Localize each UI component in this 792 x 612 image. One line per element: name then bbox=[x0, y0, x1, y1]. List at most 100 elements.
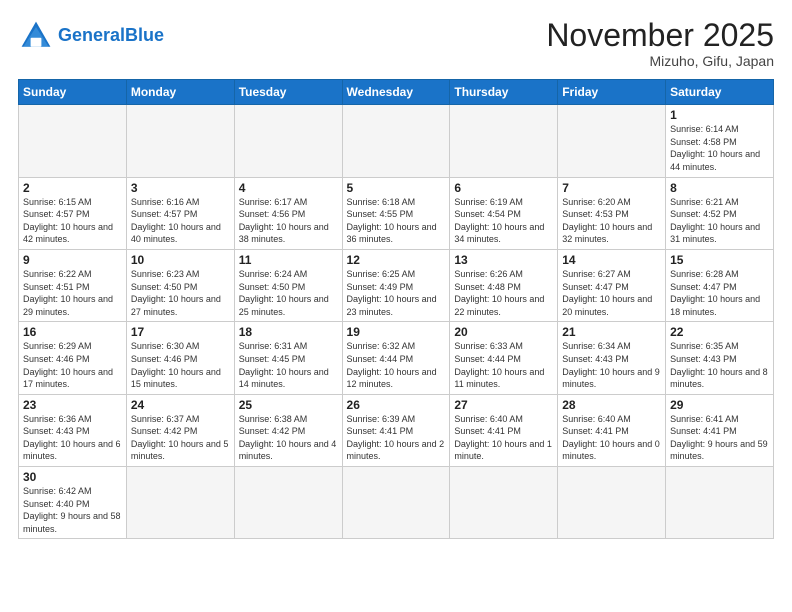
day-number: 14 bbox=[562, 253, 661, 267]
calendar-week-row: 16Sunrise: 6:29 AM Sunset: 4:46 PM Dayli… bbox=[19, 322, 774, 394]
day-number: 30 bbox=[23, 470, 122, 484]
logo-icon bbox=[18, 18, 54, 54]
day-info: Sunrise: 6:32 AM Sunset: 4:44 PM Dayligh… bbox=[347, 340, 446, 390]
location: Mizuho, Gifu, Japan bbox=[546, 53, 774, 69]
calendar-cell: 30Sunrise: 6:42 AM Sunset: 4:40 PM Dayli… bbox=[19, 467, 127, 539]
calendar-cell: 24Sunrise: 6:37 AM Sunset: 4:42 PM Dayli… bbox=[126, 394, 234, 466]
day-number: 15 bbox=[670, 253, 769, 267]
day-info: Sunrise: 6:35 AM Sunset: 4:43 PM Dayligh… bbox=[670, 340, 769, 390]
calendar-week-row: 1Sunrise: 6:14 AM Sunset: 4:58 PM Daylig… bbox=[19, 105, 774, 177]
title-block: November 2025 Mizuho, Gifu, Japan bbox=[546, 18, 774, 69]
day-number: 12 bbox=[347, 253, 446, 267]
day-info: Sunrise: 6:23 AM Sunset: 4:50 PM Dayligh… bbox=[131, 268, 230, 318]
calendar-cell: 4Sunrise: 6:17 AM Sunset: 4:56 PM Daylig… bbox=[234, 177, 342, 249]
day-number: 5 bbox=[347, 181, 446, 195]
day-number: 24 bbox=[131, 398, 230, 412]
calendar-cell: 12Sunrise: 6:25 AM Sunset: 4:49 PM Dayli… bbox=[342, 249, 450, 321]
day-number: 22 bbox=[670, 325, 769, 339]
day-number: 11 bbox=[239, 253, 338, 267]
day-info: Sunrise: 6:33 AM Sunset: 4:44 PM Dayligh… bbox=[454, 340, 553, 390]
day-info: Sunrise: 6:26 AM Sunset: 4:48 PM Dayligh… bbox=[454, 268, 553, 318]
day-info: Sunrise: 6:14 AM Sunset: 4:58 PM Dayligh… bbox=[670, 123, 769, 173]
calendar-page: GeneralBlue November 2025 Mizuho, Gifu, … bbox=[0, 0, 792, 612]
day-number: 13 bbox=[454, 253, 553, 267]
calendar-cell: 7Sunrise: 6:20 AM Sunset: 4:53 PM Daylig… bbox=[558, 177, 666, 249]
calendar-cell: 18Sunrise: 6:31 AM Sunset: 4:45 PM Dayli… bbox=[234, 322, 342, 394]
calendar-header-row: SundayMondayTuesdayWednesdayThursdayFrid… bbox=[19, 80, 774, 105]
day-info: Sunrise: 6:29 AM Sunset: 4:46 PM Dayligh… bbox=[23, 340, 122, 390]
day-info: Sunrise: 6:28 AM Sunset: 4:47 PM Dayligh… bbox=[670, 268, 769, 318]
calendar-cell: 28Sunrise: 6:40 AM Sunset: 4:41 PM Dayli… bbox=[558, 394, 666, 466]
day-number: 23 bbox=[23, 398, 122, 412]
calendar-cell: 15Sunrise: 6:28 AM Sunset: 4:47 PM Dayli… bbox=[666, 249, 774, 321]
calendar-cell: 10Sunrise: 6:23 AM Sunset: 4:50 PM Dayli… bbox=[126, 249, 234, 321]
day-info: Sunrise: 6:34 AM Sunset: 4:43 PM Dayligh… bbox=[562, 340, 661, 390]
day-header-sunday: Sunday bbox=[19, 80, 127, 105]
day-header-saturday: Saturday bbox=[666, 80, 774, 105]
calendar-cell: 22Sunrise: 6:35 AM Sunset: 4:43 PM Dayli… bbox=[666, 322, 774, 394]
calendar-cell bbox=[234, 467, 342, 539]
calendar-cell: 1Sunrise: 6:14 AM Sunset: 4:58 PM Daylig… bbox=[666, 105, 774, 177]
day-number: 9 bbox=[23, 253, 122, 267]
day-info: Sunrise: 6:20 AM Sunset: 4:53 PM Dayligh… bbox=[562, 196, 661, 246]
calendar-cell: 3Sunrise: 6:16 AM Sunset: 4:57 PM Daylig… bbox=[126, 177, 234, 249]
day-info: Sunrise: 6:17 AM Sunset: 4:56 PM Dayligh… bbox=[239, 196, 338, 246]
day-info: Sunrise: 6:21 AM Sunset: 4:52 PM Dayligh… bbox=[670, 196, 769, 246]
calendar-cell: 6Sunrise: 6:19 AM Sunset: 4:54 PM Daylig… bbox=[450, 177, 558, 249]
day-number: 28 bbox=[562, 398, 661, 412]
day-info: Sunrise: 6:41 AM Sunset: 4:41 PM Dayligh… bbox=[670, 413, 769, 463]
day-info: Sunrise: 6:42 AM Sunset: 4:40 PM Dayligh… bbox=[23, 485, 122, 535]
day-number: 16 bbox=[23, 325, 122, 339]
calendar-cell bbox=[342, 105, 450, 177]
day-info: Sunrise: 6:39 AM Sunset: 4:41 PM Dayligh… bbox=[347, 413, 446, 463]
day-number: 19 bbox=[347, 325, 446, 339]
calendar-cell: 17Sunrise: 6:30 AM Sunset: 4:46 PM Dayli… bbox=[126, 322, 234, 394]
calendar-cell: 9Sunrise: 6:22 AM Sunset: 4:51 PM Daylig… bbox=[19, 249, 127, 321]
day-info: Sunrise: 6:24 AM Sunset: 4:50 PM Dayligh… bbox=[239, 268, 338, 318]
calendar-cell bbox=[126, 467, 234, 539]
day-info: Sunrise: 6:37 AM Sunset: 4:42 PM Dayligh… bbox=[131, 413, 230, 463]
day-number: 2 bbox=[23, 181, 122, 195]
logo-general: General bbox=[58, 25, 125, 45]
calendar-cell bbox=[234, 105, 342, 177]
day-info: Sunrise: 6:36 AM Sunset: 4:43 PM Dayligh… bbox=[23, 413, 122, 463]
calendar-cell: 5Sunrise: 6:18 AM Sunset: 4:55 PM Daylig… bbox=[342, 177, 450, 249]
calendar-cell bbox=[19, 105, 127, 177]
day-number: 17 bbox=[131, 325, 230, 339]
day-info: Sunrise: 6:19 AM Sunset: 4:54 PM Dayligh… bbox=[454, 196, 553, 246]
calendar-cell: 27Sunrise: 6:40 AM Sunset: 4:41 PM Dayli… bbox=[450, 394, 558, 466]
day-number: 29 bbox=[670, 398, 769, 412]
calendar-cell: 25Sunrise: 6:38 AM Sunset: 4:42 PM Dayli… bbox=[234, 394, 342, 466]
calendar-week-row: 23Sunrise: 6:36 AM Sunset: 4:43 PM Dayli… bbox=[19, 394, 774, 466]
calendar-cell: 26Sunrise: 6:39 AM Sunset: 4:41 PM Dayli… bbox=[342, 394, 450, 466]
day-number: 21 bbox=[562, 325, 661, 339]
day-info: Sunrise: 6:40 AM Sunset: 4:41 PM Dayligh… bbox=[562, 413, 661, 463]
day-number: 3 bbox=[131, 181, 230, 195]
calendar-cell bbox=[558, 467, 666, 539]
day-number: 1 bbox=[670, 108, 769, 122]
day-header-monday: Monday bbox=[126, 80, 234, 105]
month-title: November 2025 bbox=[546, 18, 774, 53]
day-info: Sunrise: 6:22 AM Sunset: 4:51 PM Dayligh… bbox=[23, 268, 122, 318]
calendar-cell: 13Sunrise: 6:26 AM Sunset: 4:48 PM Dayli… bbox=[450, 249, 558, 321]
day-info: Sunrise: 6:18 AM Sunset: 4:55 PM Dayligh… bbox=[347, 196, 446, 246]
day-header-friday: Friday bbox=[558, 80, 666, 105]
calendar-cell: 29Sunrise: 6:41 AM Sunset: 4:41 PM Dayli… bbox=[666, 394, 774, 466]
calendar-cell bbox=[450, 467, 558, 539]
calendar-cell bbox=[342, 467, 450, 539]
calendar-cell bbox=[450, 105, 558, 177]
header: GeneralBlue November 2025 Mizuho, Gifu, … bbox=[18, 18, 774, 69]
logo-text: GeneralBlue bbox=[58, 26, 164, 46]
calendar-cell: 19Sunrise: 6:32 AM Sunset: 4:44 PM Dayli… bbox=[342, 322, 450, 394]
calendar-cell: 14Sunrise: 6:27 AM Sunset: 4:47 PM Dayli… bbox=[558, 249, 666, 321]
day-header-thursday: Thursday bbox=[450, 80, 558, 105]
day-number: 7 bbox=[562, 181, 661, 195]
logo-blue: Blue bbox=[125, 25, 164, 45]
day-header-wednesday: Wednesday bbox=[342, 80, 450, 105]
logo: GeneralBlue bbox=[18, 18, 164, 54]
calendar-cell bbox=[126, 105, 234, 177]
day-info: Sunrise: 6:27 AM Sunset: 4:47 PM Dayligh… bbox=[562, 268, 661, 318]
calendar-cell bbox=[666, 467, 774, 539]
day-info: Sunrise: 6:16 AM Sunset: 4:57 PM Dayligh… bbox=[131, 196, 230, 246]
day-info: Sunrise: 6:15 AM Sunset: 4:57 PM Dayligh… bbox=[23, 196, 122, 246]
